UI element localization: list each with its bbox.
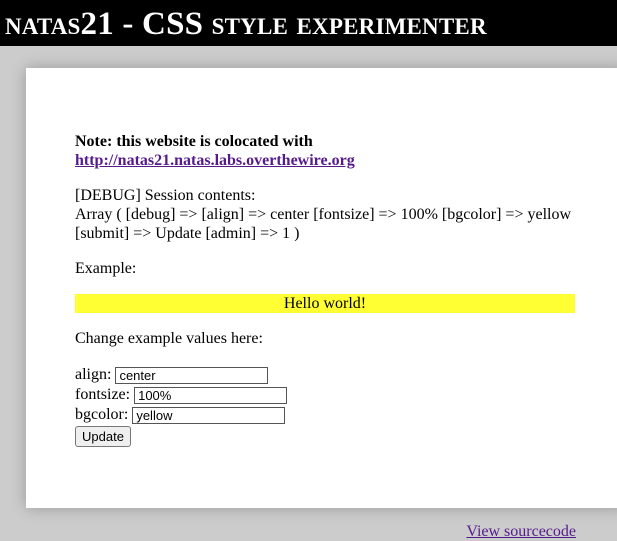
bgcolor-input[interactable] (132, 406, 286, 424)
update-button[interactable]: Update (75, 426, 131, 447)
view-sourcecode-link[interactable]: View sourcecode (466, 522, 576, 541)
submit-row: Update (75, 426, 576, 447)
align-input[interactable] (115, 366, 269, 384)
colocated-note: Note: this website is colocated with htt… (75, 132, 576, 170)
content-panel: Note: this website is colocated with htt… (26, 68, 617, 540)
debug-label: [DEBUG] Session contents: (75, 187, 256, 204)
style-form: align: fontsize: bgcolor: Update (75, 364, 576, 447)
align-row: align: (75, 364, 576, 384)
bgcolor-row: bgcolor: (75, 404, 576, 424)
fontsize-input[interactable] (134, 386, 288, 404)
align-label: align: (75, 366, 112, 383)
debug-output: [DEBUG] Session contents: Array ( [debug… (75, 186, 576, 243)
page-header: natas21 - CSS style experimenter (0, 0, 617, 46)
bgcolor-label: bgcolor: (75, 406, 129, 423)
fontsize-row: fontsize: (75, 384, 576, 404)
colocated-link[interactable]: http://natas21.natas.labs.overthewire.or… (75, 152, 355, 169)
note-text: Note: this website is colocated with (75, 133, 313, 150)
fontsize-label: fontsize: (75, 386, 131, 403)
debug-contents: Array ( [debug] => [align] => center [fo… (75, 206, 572, 242)
content-body: Note: this website is colocated with htt… (75, 132, 576, 540)
page-title: natas21 - CSS style experimenter (5, 6, 487, 42)
form-heading: Change example values here: (75, 330, 263, 347)
example-label: Example: (75, 260, 137, 277)
example-preview: Hello world! (75, 294, 575, 313)
